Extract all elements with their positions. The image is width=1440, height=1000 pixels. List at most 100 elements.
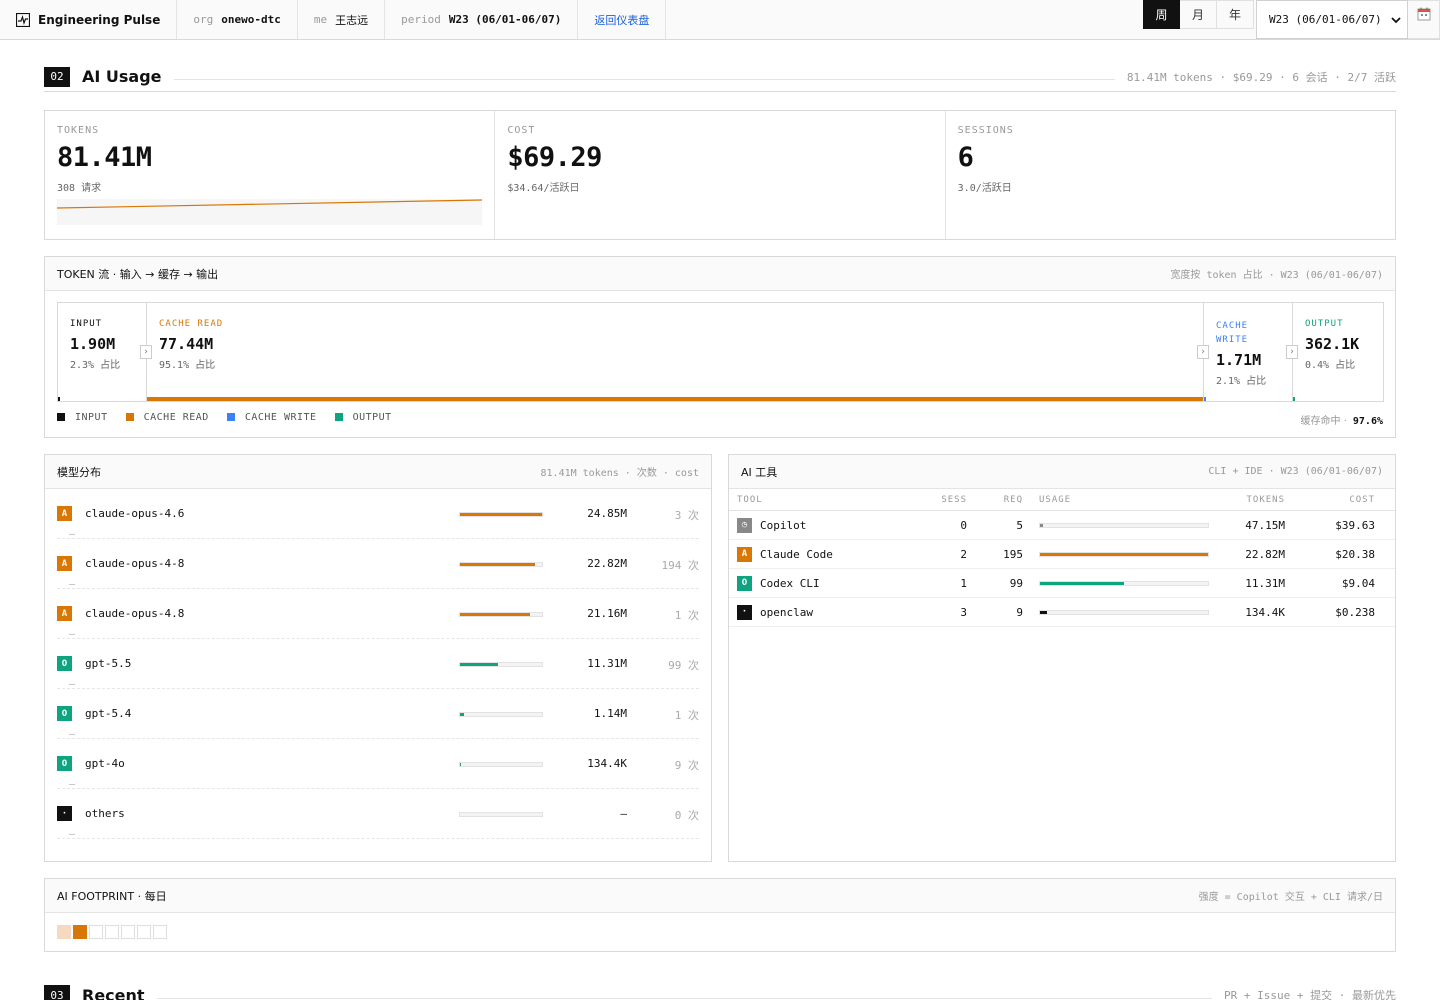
flow-share: 2.1% 占比 — [1216, 376, 1267, 387]
tool-requests: 5 — [1016, 518, 1023, 532]
flow-share: 2.3% 占比 — [70, 360, 121, 371]
kpi-row: TOKENS 81.41M 308 请求 COST $69.29 $34.64/… — [44, 110, 1396, 240]
flow-share: 0.4% 占比 — [1305, 360, 1356, 371]
org-key: org — [193, 13, 214, 26]
legend-cache-write: CACHE WRITE — [226, 412, 317, 423]
footprint-day-cell[interactable] — [105, 925, 119, 939]
panel-meta: 宽度按 token 占比 · W23 (06/01-06/07) — [1170, 270, 1383, 281]
model-count: 3 次 — [674, 509, 699, 522]
model-row[interactable]: · others — — 0 次 — [57, 789, 699, 840]
flow-cache-write: CACHE WRITE 1.71M 2.1% 占比 › — [1204, 303, 1298, 401]
calendar-icon — [1417, 7, 1430, 21]
pulse-icon — [16, 12, 30, 27]
flow-value: 77.44M — [159, 335, 214, 353]
footprint-heatmap — [57, 925, 167, 939]
footprint-day-cell[interactable] — [57, 925, 71, 939]
panel-meta: 强度 = Copilot 交互 + CLI 请求/日 — [1198, 892, 1383, 903]
section-title: AI Usage — [82, 67, 162, 86]
flow-label: INPUT — [70, 319, 103, 329]
calendar-button[interactable] — [1408, 0, 1440, 39]
tool-name: Codex CLI — [760, 576, 820, 590]
model-usage-bar — [459, 512, 543, 517]
model-distribution-panel: 模型分布 81.41M tokens · 次数 · cost Aclaude-o… — [44, 454, 712, 862]
kpi-sub: $34.64/活跃日 — [507, 183, 580, 194]
col-cost: COST — [1349, 494, 1375, 505]
model-usage-fill — [460, 763, 461, 766]
tool-usage-bar — [1039, 609, 1209, 615]
tool-requests: 99 — [1009, 576, 1023, 590]
model-count: 194 次 — [661, 559, 700, 572]
model-usage-bar — [459, 662, 543, 667]
section-number: 02 — [44, 66, 70, 87]
model-list: Aclaude-opus-4.6 — 24.85M 3 次 Aclaude-opus-4… — [45, 489, 711, 840]
model-row[interactable]: Ogpt-5.5—11.31M 99 次 — [57, 639, 699, 690]
tool-row[interactable]: ◷ Copilot 0 5 47.15M $39.63 — [729, 511, 1395, 540]
model-row[interactable]: Aclaude-opus-4.8—21.16M 1 次 — [57, 589, 699, 640]
tool-row[interactable]: O Codex CLI 1 99 11.31M $9.04 — [729, 569, 1395, 598]
col-sess: SESS — [941, 494, 967, 505]
granularity-month-button[interactable]: 月 — [1180, 0, 1217, 29]
tool-badge-icon: ◷ — [737, 517, 752, 533]
granularity-week-button[interactable]: 周 — [1143, 0, 1180, 29]
model-tokens: 24.85M — [587, 507, 627, 520]
tool-cell: · openclaw — [737, 604, 927, 620]
footprint-day-cell[interactable] — [73, 925, 87, 939]
model-row[interactable]: Aclaude-opus-4-8—22.82M 194 次 — [57, 539, 700, 590]
model-badge-icon: O — [57, 656, 72, 671]
brand[interactable]: Engineering Pulse — [0, 0, 178, 39]
period-granularity-toggle: 周 月 年 — [1143, 0, 1254, 29]
tool-cell: A Claude Code — [737, 546, 927, 562]
section-rule — [173, 79, 1115, 80]
model-name: claude-opus-4.6 — [85, 507, 185, 520]
tool-row[interactable]: A Claude Code 2 195 22.82M $20.38 — [729, 540, 1395, 569]
tool-cost: $39.63 — [1335, 518, 1375, 532]
flow-cache-read-bar — [147, 397, 1203, 401]
tool-usage-bar — [1039, 522, 1209, 528]
tool-row[interactable]: · openclaw 3 9 134.4K $0.238 — [729, 598, 1395, 627]
model-tokens: — — [620, 807, 627, 820]
tool-usage — [1023, 522, 1209, 528]
col-tokens: TOKENS — [1246, 494, 1285, 505]
model-usage-fill — [460, 563, 536, 566]
kpi-sessions: SESSIONS 6 3.0/活跃日 — [946, 111, 1395, 239]
footprint-day-cell[interactable] — [137, 925, 151, 939]
granularity-year-button[interactable]: 年 — [1217, 0, 1254, 29]
tool-cell: O Codex CLI — [737, 575, 927, 591]
model-row[interactable]: Ogpt-5.4—1.14M 1 次 — [57, 689, 699, 740]
model-name: claude-opus-4.8 — [85, 607, 185, 620]
model-count: 0 次 — [674, 809, 699, 822]
model-row[interactable]: Ogpt-4o —134.4K 9 次 — [57, 739, 699, 790]
footprint-day-cell[interactable] — [89, 925, 103, 939]
flow-value: 1.90M — [70, 335, 116, 353]
tool-tokens: 11.31M — [1245, 576, 1285, 590]
token-flow-panel: TOKEN 流 · 输入 → 缓存 → 输出 宽度按 token 占比 · W2… — [44, 256, 1396, 438]
model-usage-bar — [459, 612, 543, 617]
model-usage-bar — [459, 712, 543, 717]
tool-cost: $0.238 — [1335, 605, 1375, 619]
footprint-day-cell[interactable] — [153, 925, 167, 939]
section-rule — [156, 997, 1213, 999]
flow-label: CACHE WRITE — [1216, 321, 1249, 345]
legend-cache-read: CACHE READ — [125, 412, 209, 423]
ai-footprint-panel: AI FOOTPRINT · 每日 强度 = Copilot 交互 + CLI … — [44, 878, 1396, 952]
brand-name: Engineering Pulse — [38, 12, 161, 27]
tools-table-body: ◷ Copilot 0 5 47.15M $39.63 A Claude Code 2 195 22… — [729, 511, 1395, 627]
flow-value: 1.71M — [1216, 351, 1262, 369]
model-tokens: 22.82M — [587, 557, 627, 570]
panel-header: AI 工具 CLI + IDE · W23 (06/01-06/07) — [729, 455, 1395, 489]
cache-hit-value: 97.6% — [1352, 416, 1383, 427]
period-indicator: period W23 (06/01-06/07) — [385, 0, 579, 39]
kpi-label: TOKENS — [57, 125, 100, 136]
model-row[interactable]: Aclaude-opus-4.6—24.85M 3 次 — [57, 489, 699, 540]
model-count: 99 次 — [668, 659, 699, 672]
model-count: 1 次 — [674, 609, 699, 622]
period-select[interactable]: W23 (06/01-06/07) — [1256, 0, 1408, 39]
flow-label: CACHE READ — [159, 319, 224, 329]
footprint-day-cell[interactable] — [121, 925, 135, 939]
tool-usage — [1023, 609, 1209, 615]
panel-title: AI FOOTPRINT · 每日 — [57, 889, 167, 903]
tool-usage-fill — [1040, 552, 1208, 556]
model-name: gpt-5.4 — [85, 707, 132, 720]
panel-title: AI 工具 — [741, 465, 778, 479]
back-to-dashboard-link[interactable]: 返回仪表盘 — [594, 12, 649, 28]
